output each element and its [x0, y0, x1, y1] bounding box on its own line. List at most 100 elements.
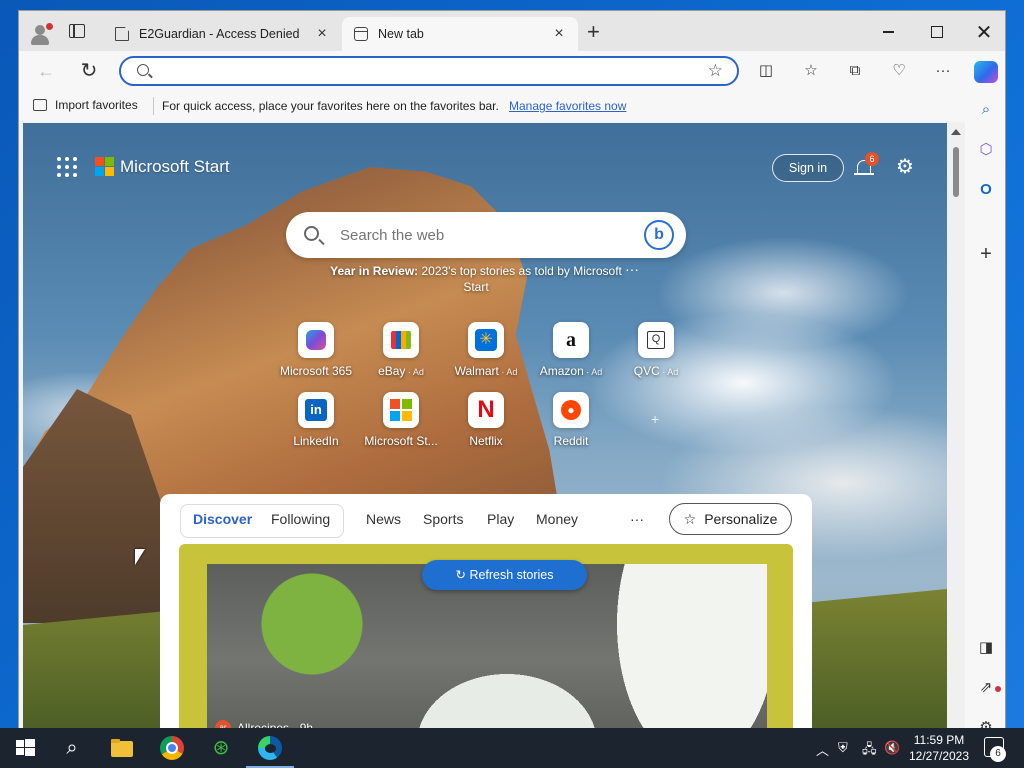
news-feed-panel: Discover Following News Sports Play Mone…: [160, 494, 812, 729]
amazon-icon: a: [553, 322, 589, 358]
page-scrollbar[interactable]: [947, 123, 965, 729]
quick-link-reddit[interactable]: ● Reddit: [526, 392, 616, 448]
tab-discover[interactable]: Discover: [193, 511, 252, 527]
edge-icon[interactable]: [258, 736, 282, 760]
quick-link-ebay[interactable]: eBay · Ad: [356, 322, 446, 378]
volume-muted-icon[interactable]: 🔇: [884, 740, 900, 756]
profile-icon[interactable]: [29, 23, 53, 45]
notification-badge: 6: [865, 152, 879, 166]
clock-date: 12/27/2023: [908, 749, 970, 763]
year-in-review-link[interactable]: Year in Review: 2023's top stories as to…: [326, 263, 626, 295]
ad-label: · Ad: [583, 367, 603, 377]
collections-icon[interactable]: ⧉: [845, 61, 865, 81]
favorites-hint: For quick access, place your favorites h…: [162, 99, 499, 113]
personalize-button[interactable]: ☆ Personalize: [669, 503, 792, 535]
mouse-cursor: [135, 549, 145, 565]
browser-essentials-icon[interactable]: ♡: [889, 61, 909, 81]
address-input[interactable]: [167, 62, 687, 82]
edge-sidebar: ⌕ ⬡ O + ◨ ⇗ ⚙: [965, 91, 1005, 729]
quick-link-amazon[interactable]: a Amazon · Ad: [526, 322, 616, 378]
back-icon[interactable]: ←: [36, 61, 56, 81]
network-icon[interactable]: 🖧: [862, 740, 877, 762]
microsoft365-icon: [298, 322, 334, 358]
walmart-icon: ✳: [468, 322, 504, 358]
quick-link-netflix[interactable]: N Netflix: [441, 392, 531, 448]
ad-label: · Ad: [405, 367, 424, 377]
import-favorites-button[interactable]: Import favorites: [33, 98, 138, 112]
tab-sports[interactable]: Sports: [423, 511, 463, 527]
tab-e2guardian[interactable]: E2Guardian - Access Denied ×: [103, 17, 341, 51]
tab-money[interactable]: Money: [536, 511, 578, 527]
ad-label: · Ad: [498, 367, 518, 377]
quick-link-qvc[interactable]: Q QVC · Ad: [611, 322, 701, 378]
notification-dot: [995, 686, 1001, 692]
quick-link-label: Netflix: [469, 434, 503, 448]
close-tab-icon[interactable]: ×: [315, 26, 329, 42]
more-options-icon[interactable]: ···: [625, 261, 639, 277]
windows-start-icon[interactable]: [14, 736, 38, 760]
more-tabs-button[interactable]: ···: [630, 511, 644, 527]
sign-in-button[interactable]: Sign in: [772, 154, 844, 182]
tab-new-tab[interactable]: New tab ×: [342, 17, 578, 51]
favorite-star-icon[interactable]: ☆: [708, 61, 723, 81]
quick-link-microsoft365[interactable]: Microsoft 365: [271, 322, 361, 378]
scroll-thumb[interactable]: [953, 147, 959, 197]
add-icon[interactable]: +: [975, 243, 997, 265]
refresh-icon: ↻: [455, 568, 470, 582]
outlook-icon[interactable]: O: [975, 179, 997, 201]
story-card[interactable]: ↻ Refresh stories ar Allrecipes · 9h: [179, 544, 793, 729]
settings-gear-icon[interactable]: ⚙: [895, 157, 915, 177]
quick-link-linkedin[interactable]: in LinkedIn: [271, 392, 361, 448]
search-icon: [137, 64, 149, 76]
brand-title[interactable]: Microsoft Start: [120, 157, 230, 177]
divider: [153, 97, 154, 115]
new-tab-button[interactable]: +: [587, 21, 600, 43]
file-explorer-icon[interactable]: [110, 736, 134, 760]
copilot-icon[interactable]: [974, 61, 998, 83]
open-external-icon[interactable]: ⇗: [975, 677, 997, 699]
tab-following[interactable]: Following: [271, 511, 330, 527]
favorites-bar: Import favorites For quick access, place…: [19, 91, 1005, 121]
refresh-stories-label: Refresh stories: [469, 568, 554, 582]
more-menu-icon[interactable]: ···: [933, 61, 953, 81]
apps-grid-icon[interactable]: [57, 157, 77, 177]
web-search-input[interactable]: [340, 224, 630, 246]
sparkle-icon: ☆: [683, 510, 697, 527]
security-icon[interactable]: ⛨: [838, 740, 848, 756]
favorites-icon[interactable]: ☆: [801, 61, 821, 81]
minimize-button[interactable]: [865, 19, 911, 45]
search-icon: [304, 226, 319, 241]
bing-chat-icon[interactable]: b: [644, 220, 674, 250]
network-app-icon[interactable]: ⊛: [209, 736, 233, 760]
maximize-button[interactable]: [914, 19, 960, 45]
chrome-icon[interactable]: [160, 736, 184, 760]
web-search-box[interactable]: b: [286, 212, 686, 258]
show-hidden-icons[interactable]: ︿: [816, 740, 829, 759]
sidebar-toggle-icon[interactable]: ◨: [975, 637, 997, 659]
refresh-icon[interactable]: ↻: [79, 61, 99, 81]
search-icon[interactable]: ⌕: [60, 736, 84, 760]
quick-link-label: Walmart: [454, 364, 499, 378]
quick-link-walmart[interactable]: ✳ Walmart · Ad: [441, 322, 531, 378]
import-icon: [33, 99, 47, 111]
quick-link-microsoft-store[interactable]: Microsoft St...: [356, 392, 446, 448]
manage-favorites-link[interactable]: Manage favorites now: [509, 99, 626, 113]
tab-actions-icon[interactable]: [69, 24, 85, 38]
tab-news[interactable]: News: [366, 511, 401, 527]
quick-link-label: QVC: [633, 364, 660, 378]
action-center-badge: 6: [990, 746, 1006, 762]
refresh-stories-button[interactable]: ↻ Refresh stories: [422, 560, 587, 590]
scroll-up-icon[interactable]: [951, 129, 961, 135]
tab-strip: E2Guardian - Access Denied × New tab × +…: [19, 11, 1005, 51]
microsoft-logo-icon: [95, 157, 115, 177]
system-clock[interactable]: 11:59 PM 12/27/2023: [904, 732, 974, 764]
close-window-button[interactable]: ✕: [961, 19, 1005, 45]
import-favorites-label: Import favorites: [55, 98, 138, 112]
split-screen-icon[interactable]: ◫: [756, 61, 776, 81]
microsoft365-icon[interactable]: ⬡: [975, 139, 997, 161]
search-icon[interactable]: ⌕: [975, 99, 997, 121]
address-bar[interactable]: ☆: [119, 56, 739, 86]
tab-play[interactable]: Play: [487, 511, 514, 527]
close-tab-icon[interactable]: ×: [552, 26, 566, 42]
add-quick-link-icon[interactable]: +: [651, 411, 659, 427]
